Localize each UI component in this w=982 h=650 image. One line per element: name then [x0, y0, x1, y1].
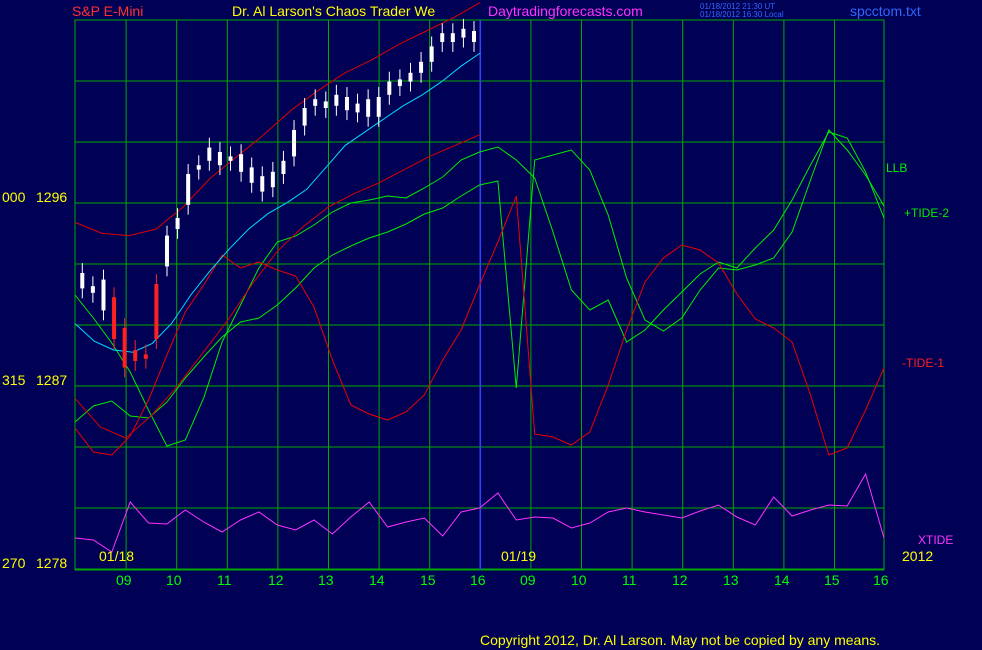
x-tick-label: 15 — [420, 572, 436, 588]
chart-title: Dr. Al Larson's Chaos Trader We — [232, 3, 436, 19]
symbol-label: S&P E-Mini — [72, 3, 144, 19]
tide1-series-label: -TIDE-1 — [902, 356, 944, 370]
date-label-start: 01/18 — [99, 548, 135, 564]
price-bar — [260, 176, 265, 192]
xtide-series-label: XTIDE — [918, 533, 954, 547]
price-bar — [366, 99, 371, 117]
price-bar — [355, 103, 360, 113]
price-bar — [461, 28, 466, 38]
price-bar — [133, 350, 138, 361]
price-bar — [196, 165, 201, 170]
x-tick-label: 09 — [520, 572, 536, 588]
price-bar — [164, 235, 169, 267]
copyright-notice: Copyright 2012, Dr. Al Larson. May not b… — [480, 632, 881, 648]
price-bar — [270, 171, 275, 188]
price-bar — [408, 72, 413, 82]
price-bar — [228, 156, 233, 161]
date-label-next: 01/19 — [501, 548, 537, 564]
llb-series-label: LLB — [886, 161, 908, 175]
y-tick-right-2: 1287 — [36, 372, 68, 388]
price-bar — [334, 94, 339, 106]
price-bar — [217, 152, 222, 166]
y-tick-right-1: 1296 — [36, 189, 68, 205]
x-tick-label: 16 — [470, 572, 486, 588]
chart — [74, 1, 885, 571]
x-tick-label: 12 — [268, 572, 284, 588]
tide2-series-label: +TIDE-2 — [904, 206, 950, 220]
price-bar — [90, 286, 95, 293]
price-bar — [101, 279, 106, 311]
x-tick-label: 14 — [774, 572, 790, 588]
site-link[interactable]: Daytradingforecasts.com — [488, 4, 643, 18]
x-tick-label: 10 — [166, 572, 182, 588]
price-bar — [323, 101, 328, 108]
price-bar — [472, 31, 477, 42]
x-tick-label: 15 — [824, 572, 840, 588]
price-bar — [112, 297, 117, 339]
year-label: 2012 — [902, 548, 934, 564]
xtide-line — [74, 472, 885, 553]
tide2-line — [74, 129, 885, 423]
price-bar — [292, 130, 297, 157]
price-bar — [397, 79, 402, 86]
x-tick-label: 14 — [369, 572, 385, 588]
data-file-label: spcctom.txt — [850, 3, 921, 19]
price-bar — [344, 97, 349, 111]
llb-line — [74, 131, 885, 447]
y-tick-left-1: 000 — [2, 189, 26, 205]
price-bar — [186, 174, 191, 205]
price-bar — [419, 61, 424, 73]
price-bar — [122, 328, 127, 368]
x-tick-label: 11 — [217, 572, 232, 588]
x-tick-label: 13 — [723, 572, 739, 588]
price-bar — [313, 99, 318, 106]
x-tick-label: 13 — [318, 572, 334, 588]
x-tick-label: 10 — [571, 572, 587, 588]
price-bar — [429, 46, 434, 62]
price-bar — [175, 218, 180, 229]
price-bar — [281, 160, 286, 174]
x-tick-label: 11 — [622, 572, 637, 588]
y-tick-left-2: 315 — [2, 372, 26, 388]
price-bar — [207, 147, 212, 161]
y-tick-right-3: 1278 — [36, 555, 68, 571]
price-bar — [154, 284, 159, 339]
price-bar — [450, 33, 455, 42]
price-bar — [80, 273, 85, 289]
y-tick-left-3: 270 — [2, 555, 26, 571]
x-tick-label: 16 — [873, 572, 889, 588]
price-bar — [239, 154, 244, 172]
price-bar — [143, 354, 148, 359]
price-bar — [302, 108, 307, 126]
x-tick-label: 12 — [672, 572, 688, 588]
x-tick-label: 09 — [116, 572, 132, 588]
price-bar — [387, 81, 392, 95]
timestamp-local: 01/18/2012 16:30 Local — [700, 10, 784, 19]
price-bar — [249, 167, 254, 183]
price-bar — [440, 33, 445, 42]
price-bar — [376, 97, 381, 117]
